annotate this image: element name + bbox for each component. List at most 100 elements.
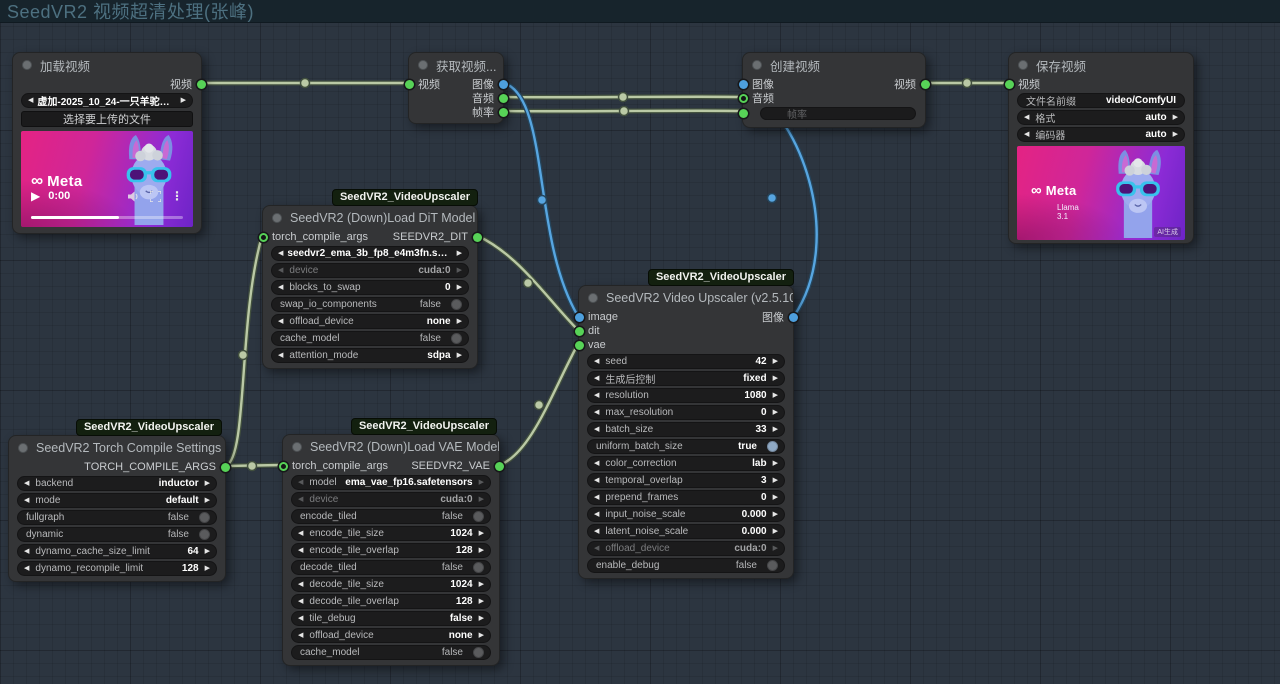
input-port-fps[interactable] (738, 108, 748, 118)
node-create-video[interactable]: 创建视频 图像 视频 音频 帧率 (738, 52, 930, 128)
widget-decode_tiled[interactable]: decode_tiled false (291, 560, 491, 575)
decrement-arrow[interactable]: ◀ (594, 494, 599, 501)
collapse-dot[interactable] (272, 213, 282, 223)
fps-input[interactable]: 帧率 (760, 106, 916, 121)
widget-color_correction[interactable]: ◀ color_correction lab ▶ (587, 456, 785, 471)
increment-arrow[interactable]: ▶ (773, 375, 778, 382)
node-torch-compile-settings[interactable]: SeedVR2 Torch Compile Settings TORCH_COM… (8, 435, 230, 582)
toggle-knob[interactable] (473, 647, 484, 658)
input-port-image[interactable] (574, 312, 584, 322)
widget-batch_size[interactable]: ◀ batch_size 33 ▶ (587, 422, 785, 437)
increment-arrow[interactable]: ▶ (773, 511, 778, 518)
decrement-arrow[interactable]: ◀ (594, 375, 599, 382)
input-port-dit[interactable] (574, 326, 584, 336)
increment-arrow[interactable]: ▶ (479, 598, 484, 605)
input-port-image[interactable] (738, 79, 748, 89)
widget-编码器[interactable]: ◀ 编码器 auto ▶ (1017, 127, 1185, 142)
widget-fullgraph[interactable]: fullgraph false (17, 510, 217, 525)
increment-arrow[interactable]: ▶ (181, 97, 186, 104)
increment-arrow[interactable]: ▶ (1173, 131, 1178, 138)
widget-max_resolution[interactable]: ◀ max_resolution 0 ▶ (587, 405, 785, 420)
widget-cache_model[interactable]: cache_model false (271, 331, 469, 346)
widget-文件名前缀[interactable]: 文件名前缀 video/ComfyUI (1017, 93, 1185, 108)
increment-arrow[interactable]: ▶ (205, 497, 210, 504)
decrement-arrow[interactable]: ◀ (278, 352, 283, 359)
decrement-arrow[interactable]: ◀ (28, 97, 33, 104)
increment-arrow[interactable]: ▶ (773, 528, 778, 535)
node-video-upscaler[interactable]: SeedVR2 Video Upscaler (v2.5.10) image 图… (574, 285, 798, 579)
widget-attention_mode[interactable]: ◀ attention_mode sdpa ▶ (271, 348, 469, 363)
toggle-knob[interactable] (451, 299, 462, 310)
increment-arrow[interactable]: ▶ (479, 615, 484, 622)
decrement-arrow[interactable]: ◀ (594, 511, 599, 518)
widget-offload_device[interactable]: ◀ offload_device none ▶ (271, 314, 469, 329)
output-port-video[interactable] (196, 79, 206, 89)
widget-seed[interactable]: ◀ seed 42 ▶ (587, 354, 785, 369)
widget-encode_tile_overlap[interactable]: ◀ encode_tile_overlap 128 ▶ (291, 543, 491, 558)
menu-kebab-icon[interactable]: ⋮ (171, 190, 183, 202)
increment-arrow[interactable]: ▶ (479, 479, 484, 486)
decrement-arrow[interactable]: ◀ (298, 615, 303, 622)
output-port-seedvr2-vae[interactable] (494, 461, 504, 471)
increment-arrow[interactable]: ▶ (457, 284, 462, 291)
widget-latent_noise_scale[interactable]: ◀ latent_noise_scale 0.000 ▶ (587, 524, 785, 539)
decrement-arrow[interactable]: ◀ (278, 284, 283, 291)
widget-model[interactable]: ◀ model ema_vae_fp16.safetensors ▶ (291, 475, 491, 490)
toggle-knob[interactable] (451, 333, 462, 344)
input-port-vae[interactable] (574, 340, 584, 350)
widget-cache_model[interactable]: cache_model false (291, 645, 491, 660)
increment-arrow[interactable]: ▶ (479, 547, 484, 554)
increment-arrow[interactable]: ▶ (773, 392, 778, 399)
toggle-knob[interactable] (473, 511, 484, 522)
input-port-torch-compile-args[interactable] (258, 232, 268, 242)
widget-offload_device[interactable]: ◀ offload_device none ▶ (291, 628, 491, 643)
decrement-arrow[interactable]: ◀ (278, 318, 283, 325)
collapse-dot[interactable] (18, 443, 28, 453)
decrement-arrow[interactable]: ◀ (298, 632, 303, 639)
fullscreen-icon[interactable] (150, 190, 161, 202)
widget-decode_tile_size[interactable]: ◀ decode_tile_size 1024 ▶ (291, 577, 491, 592)
increment-arrow[interactable]: ▶ (457, 250, 462, 257)
volume-icon[interactable] (128, 191, 140, 202)
decrement-arrow[interactable]: ◀ (24, 565, 29, 572)
toggle-knob[interactable] (767, 560, 778, 571)
output-port-audio[interactable] (498, 93, 508, 103)
widget-value[interactable]: ◀ seedvr2_ema_3b_fp8_e4m3fn.safetens ... ▶ (271, 246, 469, 261)
decrement-arrow[interactable]: ◀ (298, 479, 303, 486)
upload-file-button[interactable]: 选择要上传的文件 (21, 111, 193, 127)
output-port-image[interactable] (788, 312, 798, 322)
node-load-dit-model[interactable]: SeedVR2 (Down)Load DiT Model torch_compi… (258, 205, 482, 369)
widget-input_noise_scale[interactable]: ◀ input_noise_scale 0.000 ▶ (587, 507, 785, 522)
output-port-torch-compile-args[interactable] (220, 462, 230, 472)
increment-arrow[interactable]: ▶ (205, 548, 210, 555)
collapse-dot[interactable] (752, 60, 762, 70)
widget-backend[interactable]: ◀ backend inductor ▶ (17, 476, 217, 491)
decrement-arrow[interactable]: ◀ (594, 409, 599, 416)
decrement-arrow[interactable]: ◀ (594, 460, 599, 467)
output-port-video[interactable] (920, 79, 930, 89)
decrement-arrow[interactable]: ◀ (594, 528, 599, 535)
video-progress-bar[interactable] (31, 216, 183, 219)
widget-encode_tiled[interactable]: encode_tiled false (291, 509, 491, 524)
widget-temporal_overlap[interactable]: ◀ temporal_overlap 3 ▶ (587, 473, 785, 488)
collapse-dot[interactable] (588, 293, 598, 303)
decrement-arrow[interactable]: ◀ (298, 598, 303, 605)
increment-arrow[interactable]: ▶ (205, 565, 210, 572)
output-port-image[interactable] (498, 79, 508, 89)
decrement-arrow[interactable]: ◀ (298, 530, 303, 537)
decrement-arrow[interactable]: ◀ (24, 480, 29, 487)
widget-device[interactable]: ◀ device cuda:0 ▶ (291, 492, 491, 507)
node-load-video[interactable]: 加载视频 视频 ◀ 虚加-2025_10_24-一只羊驼左右 ... ▶ 选择要… (12, 52, 206, 234)
toggle-knob[interactable] (473, 562, 484, 573)
widget-encode_tile_size[interactable]: ◀ encode_tile_size 1024 ▶ (291, 526, 491, 541)
decrement-arrow[interactable]: ◀ (594, 358, 599, 365)
toggle-knob[interactable] (199, 512, 210, 523)
decrement-arrow[interactable]: ◀ (24, 497, 29, 504)
input-port-torch-compile-args[interactable] (278, 461, 288, 471)
increment-arrow[interactable]: ▶ (773, 545, 778, 552)
increment-arrow[interactable]: ▶ (773, 494, 778, 501)
collapse-dot[interactable] (22, 60, 32, 70)
widget-dynamo_cache_size_limit[interactable]: ◀ dynamo_cache_size_limit 64 ▶ (17, 544, 217, 559)
increment-arrow[interactable]: ▶ (773, 477, 778, 484)
collapse-dot[interactable] (292, 442, 302, 452)
